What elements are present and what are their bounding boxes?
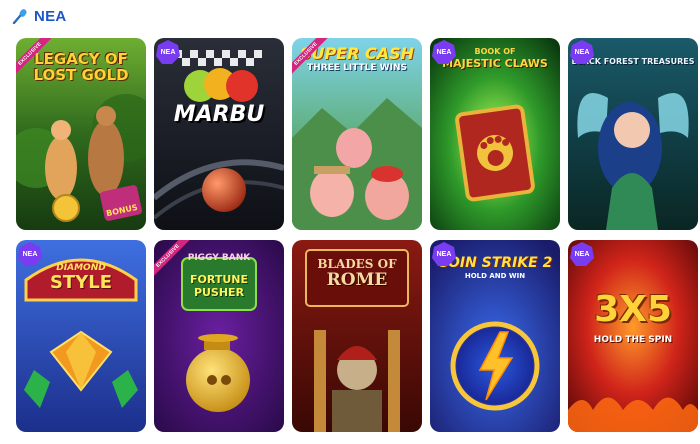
- new-badge-label: NEA: [436, 48, 452, 56]
- game-tile-blades-of-rome[interactable]: BLADES OF ROME: [292, 240, 422, 432]
- game-tile-book-of-majestic-claws[interactable]: BOOK OF MAJESTIC CLAWS NEA: [430, 38, 560, 230]
- game-tile-marbu[interactable]: MARBU NEA: [154, 38, 284, 230]
- game-title-line1: BLADES OF: [317, 257, 397, 271]
- game-title-line2: LOST GOLD: [33, 66, 129, 84]
- game-title: LEGACY OF LOST GOLD: [16, 52, 146, 83]
- game-tile-super-cash[interactable]: SUPER CASH THREE LITTLE WINS EXCLUSIVE: [292, 38, 422, 230]
- new-badge: NEA: [568, 38, 596, 66]
- new-badge-label: NEA: [436, 250, 452, 258]
- game-tile-piggy-bank-fortune-pusher[interactable]: PIGGY BANK FORTUNE PUSHER EXCLUSIVE: [154, 240, 284, 432]
- game-title-line2: HOLD THE SPIN: [593, 335, 673, 345]
- game-artwork: [568, 38, 698, 230]
- game-title-line2: HOLD AND WIN: [464, 272, 526, 280]
- game-tile-diamond-style[interactable]: DIAMOND STYLE NEA: [16, 240, 146, 432]
- microphone-icon: [12, 9, 27, 24]
- new-badge-label: NEA: [22, 250, 38, 258]
- game-tile-3x5-hold-the-spin[interactable]: 3X5 HOLD THE SPIN NEA: [568, 240, 698, 432]
- game-tile-black-forest-treasures[interactable]: BLACK FOREST TREASURES NEA: [568, 38, 698, 230]
- games-grid: LEGACY OF LOST GOLD BONUS EXCLUSIVE MARB…: [16, 38, 698, 438]
- new-badge: NEA: [16, 240, 44, 268]
- game-title-line1: 3X5: [594, 289, 672, 330]
- game-title-line2: FORTUNE PUSHER: [190, 273, 248, 300]
- new-badge-label: NEA: [574, 48, 590, 56]
- new-badge: NEA: [154, 38, 182, 66]
- new-badge-label: NEA: [160, 48, 176, 56]
- game-title: 3X5 HOLD THE SPIN: [568, 292, 698, 345]
- new-badge: NEA: [430, 240, 458, 268]
- game-title-line2: THREE LITTLE WINS: [307, 63, 407, 73]
- new-badge: NEA: [430, 38, 458, 66]
- game-title: MARBU: [173, 102, 265, 127]
- game-tile-coin-strike-2[interactable]: COIN STRIKE 2 HOLD AND WIN NEA: [430, 240, 560, 432]
- game-title-line2: STYLE: [49, 272, 113, 293]
- game-tile-legacy-of-lost-gold[interactable]: LEGACY OF LOST GOLD BONUS EXCLUSIVE: [16, 38, 146, 230]
- section-title: NEA: [34, 7, 67, 25]
- new-badge: NEA: [568, 240, 596, 268]
- game-title: BLADES OF ROME: [292, 258, 422, 289]
- new-badge-label: NEA: [574, 250, 590, 258]
- game-artwork: [154, 38, 284, 230]
- game-title: PIGGY BANK FORTUNE PUSHER: [154, 254, 284, 300]
- game-title-line2: ROME: [326, 270, 388, 290]
- section-header: NEA: [12, 6, 67, 26]
- game-title-line1: LEGACY OF: [34, 50, 128, 68]
- game-title: DIAMOND STYLE: [16, 264, 146, 292]
